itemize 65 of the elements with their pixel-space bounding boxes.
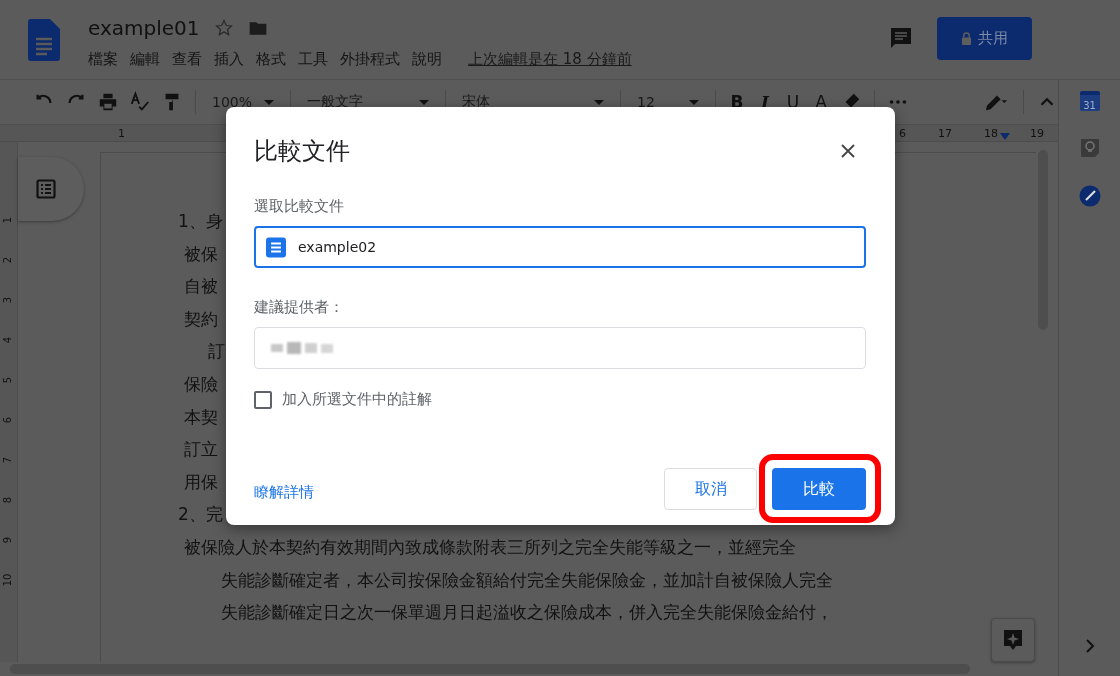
compare-button[interactable]: 比較 [772,468,866,510]
ruler-number: 2 [1,256,15,264]
chevron-right-icon[interactable] [1083,638,1096,654]
menu-item[interactable]: 格式 [256,50,286,69]
document-title[interactable]: example01 [88,16,200,40]
document-icon [266,236,286,258]
ruler-number: 3 [1,296,15,304]
calendar-icon[interactable]: 31 [1079,91,1100,111]
ruler-number: 5 [1,376,15,384]
list-icon [36,179,56,199]
close-icon[interactable] [841,144,855,158]
document-line: 失能診斷確定者，本公司按保險金額給付完全失能保險金，並加計自被保險人完全 [221,568,833,592]
document-line: 本契 [184,405,218,429]
document-line: 2、完 [178,503,223,527]
ruler-number: 18 [984,126,998,140]
document-icon[interactable] [28,19,60,61]
document-line: 用保 [184,470,218,494]
menu-item[interactable]: 檔案 [88,50,118,69]
document-picker-field[interactable]: example02 [254,226,866,268]
field-label: 建議提供者： [254,298,344,317]
spellcheck-icon[interactable] [129,91,151,113]
menu-item[interactable]: 外掛程式 [340,50,400,69]
star-icon[interactable] [213,18,234,38]
ruler-number: 1 [1,216,15,224]
explore-button[interactable] [991,618,1035,662]
ruler-number: 4 [1,336,15,344]
checkbox-label: 加入所選文件中的註解 [282,390,432,409]
ruler-number: 10 [1,573,15,587]
menu-item[interactable]: 編輯 [130,50,160,69]
document-line: 契約 [184,307,218,331]
ruler-number: 1 [118,126,125,140]
menu-item[interactable]: 查看 [172,50,202,69]
checkbox[interactable] [254,390,272,409]
ruler-number: 6 [899,126,906,140]
document-line: 訂立 [184,438,218,462]
last-edit-link[interactable]: 上次編輯是在 18 分鐘前 [468,50,632,69]
print-icon[interactable] [97,91,119,113]
menu-item[interactable]: 插入 [214,50,244,69]
comment-icon[interactable] [889,26,913,50]
reviewer-field[interactable] [254,327,866,369]
outline-button[interactable] [18,157,84,221]
document-line: 1、身 [178,210,223,233]
tasks-icon[interactable] [1078,185,1101,207]
ruler-number: 19 [1030,126,1044,140]
ruler-number: 7 [1,456,15,464]
ruler-number: 9 [1,536,15,544]
indent-marker-icon[interactable] [1000,133,1010,140]
share-button[interactable]: 共用 [937,17,1032,60]
dialog-title: 比較文件 [254,136,350,167]
lightbulb-icon[interactable] [1078,137,1101,159]
learn-more-link[interactable]: 瞭解詳情 [254,482,314,502]
ruler-number: 6 [1,416,15,424]
field-label: 選取比較文件 [254,197,344,216]
lock-icon [961,32,972,45]
sparkle-icon [1003,629,1023,651]
document-line: 訂 [208,340,225,364]
document-line: 被保 [184,242,218,266]
menu-item[interactable]: 工具 [298,50,328,69]
ruler-number: 17 [938,126,952,140]
document-line: 保險 [184,372,218,396]
cancel-button[interactable]: 取消 [664,468,757,510]
document-line: 自被 [184,275,218,299]
menu-item[interactable]: 說明 [412,50,442,69]
document-line: 失能診斷確定日之次一保單週月日起溢收之保險成本，併入完全失能保險金給付， [221,601,833,625]
ruler-number: 8 [1,496,15,504]
